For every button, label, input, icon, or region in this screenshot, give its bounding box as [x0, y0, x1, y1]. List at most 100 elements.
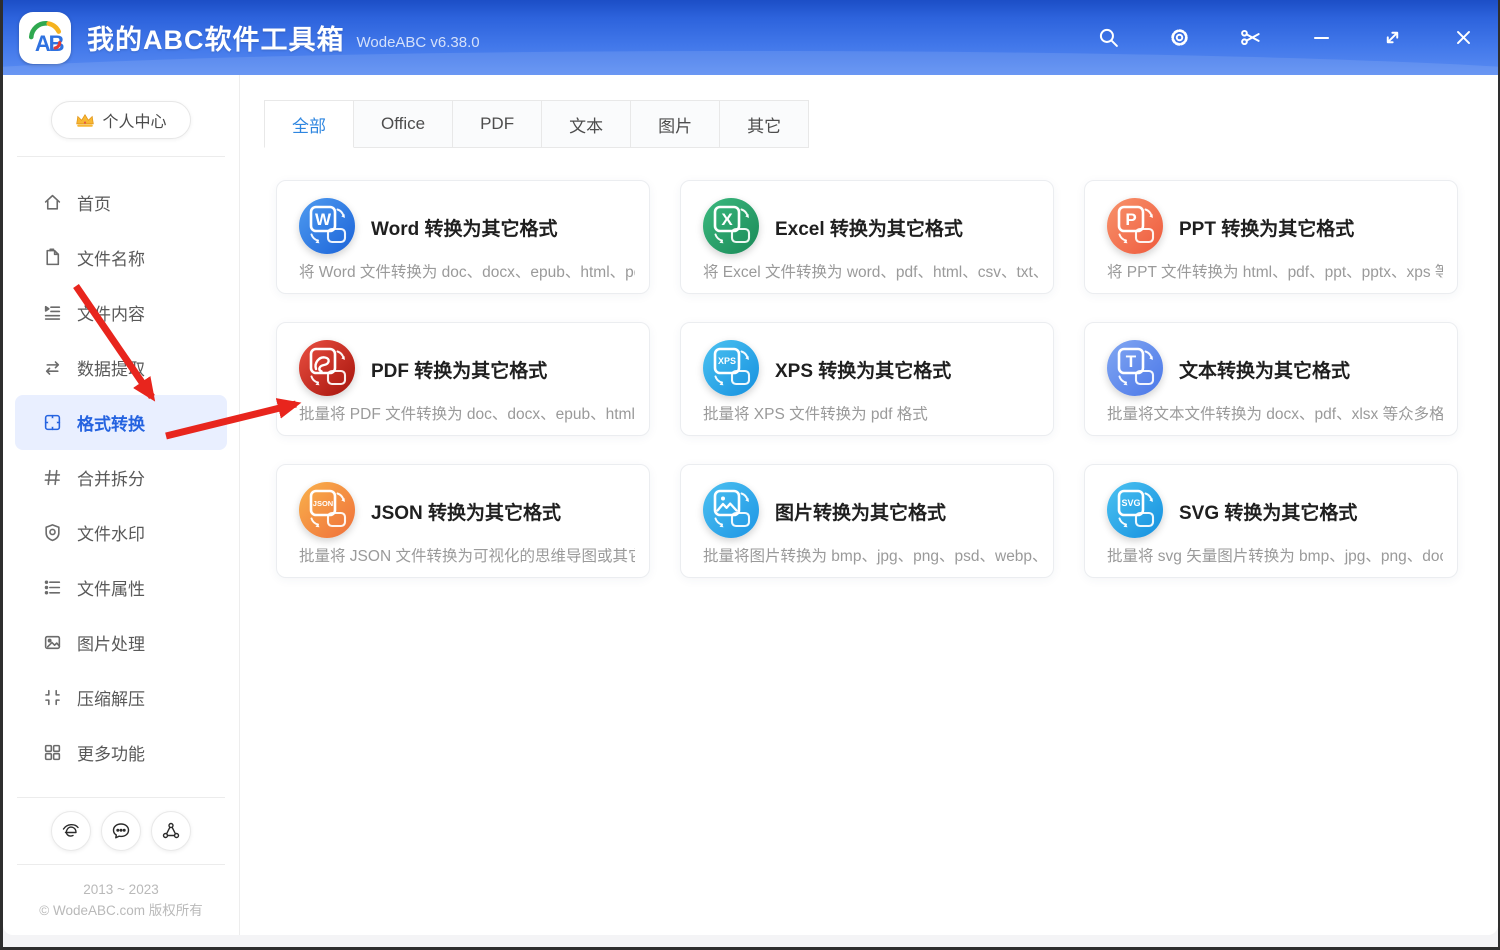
tab-image[interactable]: 图片 [631, 100, 721, 148]
pdf-convert-icon [299, 340, 355, 396]
card-pdf-convert[interactable]: PDF 转换为其它格式 批量将 PDF 文件转换为 doc、docx、epub、… [276, 322, 650, 436]
card-json-convert[interactable]: JSON JSON 转换为其它格式 批量将 JSON 文件转换为可视化的思维导图… [276, 464, 650, 578]
sidebar-item-file-properties[interactable]: 文件属性 [3, 560, 239, 615]
svg-text:P: P [1125, 210, 1136, 229]
card-desc: 批量将 JSON 文件转换为可视化的思维导图或其它格 [299, 548, 635, 565]
app-title: 我的ABC软件工具箱 [87, 25, 345, 55]
card-desc: 批量将 svg 矢量图片转换为 bmp、jpg、png、doc [1107, 548, 1443, 565]
sidebar-item-label: 数据提取 [77, 360, 145, 379]
text-convert-icon: T [1107, 340, 1163, 396]
category-tabs: 全部 Office PDF 文本 图片 其它 [264, 100, 1458, 148]
screenshot-scissors-icon[interactable] [1239, 27, 1261, 49]
settings-gear-icon[interactable] [1168, 27, 1190, 49]
card-title: PDF 转换为其它格式 [371, 361, 548, 382]
card-text-convert[interactable]: T 文本转换为其它格式 批量将文本文件转换为 docx、pdf、xlsx 等众多… [1084, 322, 1458, 436]
copyright-text: © WodeABC.com 版权所有 [39, 903, 203, 918]
svg-text:X: X [721, 210, 733, 229]
ppt-convert-icon: P [1107, 198, 1163, 254]
main-content: 全部 Office PDF 文本 图片 其它 W Word 转换为其它格式 将 … [240, 75, 1498, 935]
image-process-icon [44, 635, 61, 650]
card-word-convert[interactable]: W Word 转换为其它格式 将 Word 文件转换为 doc、docx、epu… [276, 180, 650, 294]
sidebar-item-label: 文件内容 [77, 305, 145, 324]
close-icon[interactable] [1452, 27, 1474, 49]
svg-text:B: B [49, 30, 65, 55]
card-image-convert[interactable]: 图片转换为其它格式 批量将图片转换为 bmp、jpg、png、psd、webp、 [680, 464, 1054, 578]
excel-convert-icon: X [703, 198, 759, 254]
sidebar: 个人中心 首页 文件名称 文件内容 数据提取 格式转换 合并拆分 文件水印 文件… [3, 75, 240, 935]
browser-icon[interactable] [51, 811, 91, 851]
card-svg-convert[interactable]: SVG SVG 转换为其它格式 批量将 svg 矢量图片转换为 bmp、jpg、… [1084, 464, 1458, 578]
sidebar-item-image-process[interactable]: 图片处理 [3, 615, 239, 670]
tab-all[interactable]: 全部 [264, 100, 354, 148]
sidebar-item-data-extract[interactable]: 数据提取 [3, 340, 239, 395]
tab-text[interactable]: 文本 [542, 100, 632, 148]
xps-convert-icon: XPS [703, 340, 759, 396]
tab-pdf[interactable]: PDF [453, 100, 543, 148]
format-convert-icon [44, 414, 61, 431]
maximize-icon[interactable] [1381, 27, 1403, 49]
card-desc: 将 Word 文件转换为 doc、docx、epub、html、pd [299, 264, 635, 281]
sidebar-item-file-content[interactable]: 文件内容 [3, 285, 239, 340]
sidebar-item-file-name[interactable]: 文件名称 [3, 230, 239, 285]
card-desc: 批量将图片转换为 bmp、jpg、png、psd、webp、 [703, 548, 1039, 565]
card-title: Word 转换为其它格式 [371, 219, 558, 240]
card-title: Excel 转换为其它格式 [775, 219, 963, 240]
card-desc: 将 Excel 文件转换为 word、pdf、html、csv、txt、s [703, 264, 1039, 281]
sidebar-item-label: 图片处理 [77, 635, 145, 654]
watermark-icon [45, 524, 60, 542]
sidebar-item-watermark[interactable]: 文件水印 [3, 505, 239, 560]
sidebar-item-format-convert[interactable]: 格式转换 [15, 395, 227, 450]
share-icon[interactable] [151, 811, 191, 851]
sidebar-divider [17, 864, 225, 865]
home-icon [44, 194, 61, 210]
personal-center-label: 个人中心 [102, 114, 167, 131]
sidebar-divider [17, 797, 225, 798]
svg-text:XPS: XPS [718, 356, 736, 366]
card-title: 文本转换为其它格式 [1179, 361, 1351, 382]
svg-convert-icon: SVG [1107, 482, 1163, 538]
card-xps-convert[interactable]: XPS XPS 转换为其它格式 批量将 XPS 文件转换为 pdf 格式 [680, 322, 1054, 436]
data-extract-icon [45, 361, 60, 375]
card-ppt-convert[interactable]: P PPT 转换为其它格式 将 PPT 文件转换为 html、pdf、ppt、p… [1084, 180, 1458, 294]
feedback-chat-icon[interactable] [101, 811, 141, 851]
sidebar-divider [17, 156, 225, 157]
card-title: SVG 转换为其它格式 [1179, 503, 1358, 524]
sidebar-item-label: 压缩解压 [77, 690, 145, 709]
svg-text:T: T [1126, 352, 1137, 371]
sidebar-item-label: 首页 [77, 195, 111, 214]
svg-text:SVG: SVG [1121, 498, 1140, 508]
feature-cards-grid: W Word 转换为其它格式 将 Word 文件转换为 doc、docx、epu… [276, 180, 1458, 578]
sidebar-item-merge-split[interactable]: 合并拆分 [3, 450, 239, 505]
card-title: 图片转换为其它格式 [775, 503, 947, 524]
card-title: JSON 转换为其它格式 [371, 503, 562, 524]
tab-office[interactable]: Office [354, 100, 454, 148]
copyright-years: 2013 ~ 2023 [83, 882, 159, 897]
sidebar-item-label: 文件水印 [77, 525, 145, 544]
word-convert-icon: W [299, 198, 355, 254]
crown-icon [76, 114, 95, 127]
tab-other[interactable]: 其它 [720, 100, 810, 148]
sidebar-item-label: 文件属性 [77, 580, 145, 599]
sidebar-item-more-features[interactable]: 更多功能 [3, 725, 239, 780]
sidebar-item-label: 格式转换 [77, 415, 145, 434]
compress-icon [45, 689, 60, 706]
app-version: WodeABC v6.38.0 [356, 34, 480, 51]
file-content-icon [44, 305, 61, 320]
titlebar: A B 我的ABC软件工具箱 WodeABC v6.38.0 [3, 0, 1498, 75]
sidebar-menu: 首页 文件名称 文件内容 数据提取 格式转换 合并拆分 文件水印 文件属性 图片… [3, 175, 239, 780]
personal-center-button[interactable]: 个人中心 [51, 101, 191, 139]
search-icon[interactable] [1097, 27, 1119, 49]
card-title: XPS 转换为其它格式 [775, 361, 952, 382]
image-convert-icon [703, 482, 759, 538]
app-window: A B 我的ABC软件工具箱 WodeABC v6.38.0 个人中心 首页 文… [3, 0, 1498, 947]
file-name-icon [46, 248, 60, 266]
svg-text:W: W [315, 210, 332, 229]
sidebar-item-label: 更多功能 [77, 745, 145, 764]
card-title: PPT 转换为其它格式 [1179, 219, 1355, 240]
minimize-icon[interactable] [1310, 27, 1332, 49]
card-excel-convert[interactable]: X Excel 转换为其它格式 将 Excel 文件转换为 word、pdf、h… [680, 180, 1054, 294]
sidebar-item-home[interactable]: 首页 [3, 175, 239, 230]
app-logo-icon: A B [19, 11, 71, 64]
sidebar-item-compress[interactable]: 压缩解压 [3, 670, 239, 725]
more-features-icon [44, 744, 61, 761]
